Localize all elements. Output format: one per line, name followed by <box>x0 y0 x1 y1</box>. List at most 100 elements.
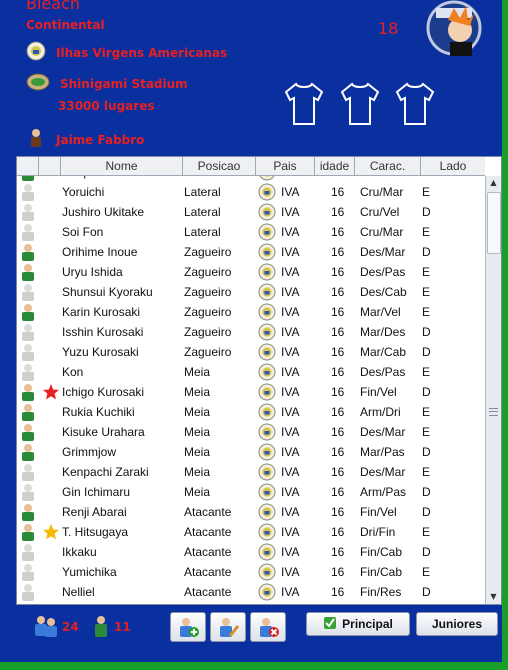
player-traits: Fin/Vel <box>360 385 397 399</box>
country-flag-icon <box>258 363 276 383</box>
player-status-icon <box>19 363 37 383</box>
player-side: E <box>422 305 431 319</box>
player-status-icon <box>19 323 37 343</box>
principal-button[interactable]: Principal <box>306 612 410 636</box>
player-name: Jushiro Ukitake <box>62 205 145 219</box>
player-age: 16 <box>331 325 345 339</box>
star-icon <box>42 383 60 403</box>
player-position: Lateral <box>184 205 221 219</box>
table-row[interactable]: Kenpachi Zaraki Meia IVA 16 Des/Mar E <box>17 462 485 482</box>
country-flag-icon <box>258 383 276 403</box>
scroll-down-icon[interactable]: ▼ <box>486 590 501 604</box>
player-country: IVA <box>281 545 300 559</box>
player-country: IVA <box>281 525 300 539</box>
player-status-icon <box>19 583 37 603</box>
add-player-button[interactable] <box>170 612 206 642</box>
player-name: Yumichika <box>62 565 117 579</box>
col-header-star[interactable] <box>39 157 61 175</box>
shirt-icon[interactable] <box>395 80 435 128</box>
table-row[interactable]: Gin Ichimaru Meia IVA 16 Arm/Pas D <box>17 482 485 502</box>
player-traits: Mar/Vel <box>360 305 401 319</box>
player-status-icon <box>19 183 37 203</box>
player-country: IVA <box>281 305 300 319</box>
player-status-icon <box>19 283 37 303</box>
player-country: IVA <box>281 245 300 259</box>
country-flag-icon <box>258 243 276 263</box>
youth-count: 11 <box>114 620 131 634</box>
table-row[interactable]: Karin Kurosaki Zagueiro IVA 16 Mar/Vel E <box>17 302 485 322</box>
shirt-icon[interactable] <box>284 80 324 128</box>
player-position: Meia <box>184 485 211 499</box>
player-traits: Arm/Dri <box>360 405 401 419</box>
coach-row: Jaime Fabbro <box>26 129 144 150</box>
stadium-name: Shinigami Stadium <box>60 77 188 91</box>
table-row[interactable]: Orihime Inoue Zagueiro IVA 16 Des/Mar D <box>17 242 485 262</box>
country-name: Ilhas Virgens Americanas <box>56 46 228 60</box>
table-row[interactable]: Rukia Kuchiki Meia IVA 16 Arm/Dri E <box>17 402 485 422</box>
player-name: Kenpachi Zaraki <box>62 465 149 479</box>
col-header-idade[interactable]: idade <box>315 157 355 175</box>
player-status-icon <box>19 203 37 223</box>
table-row[interactable]: Grimmjow Meia IVA 16 Mar/Pas D <box>17 442 485 462</box>
remove-player-button[interactable] <box>250 612 286 642</box>
scroll-thumb[interactable] <box>487 192 501 254</box>
juniores-button[interactable]: Juniores <box>416 612 498 636</box>
player-age: 16 <box>331 365 345 379</box>
shirt-icon[interactable] <box>340 80 380 128</box>
table-row[interactable]: Nelliel Atacante IVA 16 Fin/Res D <box>17 582 485 602</box>
table-row[interactable]: Yumichika Atacante IVA 16 Fin/Cab E <box>17 562 485 582</box>
player-country: IVA <box>281 225 300 239</box>
col-header-lado[interactable]: Lado <box>421 157 485 175</box>
youth-player-icon <box>92 614 110 642</box>
player-traits: Cru/Mar <box>360 225 404 239</box>
player-name: Karin Kurosaki <box>62 305 141 319</box>
table-row[interactable]: Renji Abarai Atacante IVA 16 Fin/Vel D <box>17 502 485 522</box>
table-row[interactable]: Yuzu Kurosaki Zagueiro IVA 16 Mar/Cab D <box>17 342 485 362</box>
player-traits: Cru/Mar <box>360 185 404 199</box>
table-row[interactable]: T. Hitsugaya Atacante IVA 16 Dri/Fin E <box>17 522 485 542</box>
table-body: Kenpachi MatsumotoLateralIVA16Cru/FinEYo… <box>17 176 485 604</box>
table-row[interactable]: Ikkaku Atacante IVA 16 Fin/Cab D <box>17 542 485 562</box>
player-country: IVA <box>281 505 300 519</box>
col-header-carac[interactable]: Carac. <box>355 157 421 175</box>
player-side: E <box>422 565 431 579</box>
player-country: IVA <box>281 385 300 399</box>
table-row[interactable]: Uryu Ishida Zagueiro IVA 16 Des/Pas E <box>17 262 485 282</box>
player-name: Yuzu Kurosaki <box>62 345 139 359</box>
country-flag-icon <box>258 183 276 203</box>
country-row: Ilhas Virgens Americanas <box>26 41 228 63</box>
table-row[interactable]: Yoruichi Lateral IVA 16 Cru/Mar E <box>17 182 485 202</box>
player-status-icon <box>19 563 37 583</box>
player-position: Zagueiro <box>184 345 232 359</box>
col-header-posicao[interactable]: Posicao <box>183 157 256 175</box>
player-position: Atacante <box>184 505 232 519</box>
player-status-icon <box>19 303 37 323</box>
table-row[interactable]: Kisuke Urahara Meia IVA 16 Des/Mar E <box>17 422 485 442</box>
team-window: Bleach Continental 18 Ilhas Virgens Amer… <box>0 0 502 662</box>
table-row[interactable]: Kon Meia IVA 16 Des/Pas E <box>17 362 485 382</box>
player-age: 16 <box>331 505 345 519</box>
player-side: E <box>422 225 431 239</box>
col-header-icon[interactable] <box>17 157 39 175</box>
player-traits: Mar/Cab <box>360 345 407 359</box>
table-row[interactable]: Shunsui Kyoraku Zagueiro IVA 16 Des/Cab E <box>17 282 485 302</box>
player-traits: Fin/Cab <box>360 545 403 559</box>
table-row[interactable]: Jushiro Ukitake Lateral IVA 16 Cru/Vel D <box>17 202 485 222</box>
table-row[interactable]: Soi Fon Lateral IVA 16 Cru/Mar E <box>17 222 485 242</box>
country-flag-icon <box>258 463 276 483</box>
col-header-pais[interactable]: Pais <box>256 157 315 175</box>
player-status-icon <box>19 503 37 523</box>
table-scrollbar[interactable]: ▲ ▼ <box>485 176 501 604</box>
footer-bar: 24 11 Principal Juniores <box>0 606 502 646</box>
table-row[interactable]: Ichigo Kurosaki Meia IVA 16 Fin/Vel D <box>17 382 485 402</box>
player-traits: Des/Mar <box>360 465 406 479</box>
player-age: 16 <box>331 445 345 459</box>
table-row[interactable]: Isshin Kurosaki Zagueiro IVA 16 Mar/Des D <box>17 322 485 342</box>
scroll-up-icon[interactable]: ▲ <box>486 176 501 190</box>
player-position: Meia <box>184 445 211 459</box>
player-traits: Mar/Des <box>360 325 406 339</box>
player-side: D <box>422 205 431 219</box>
edit-player-button[interactable] <box>210 612 246 642</box>
player-side: D <box>422 545 431 559</box>
col-header-nome[interactable]: Nome <box>61 157 183 175</box>
